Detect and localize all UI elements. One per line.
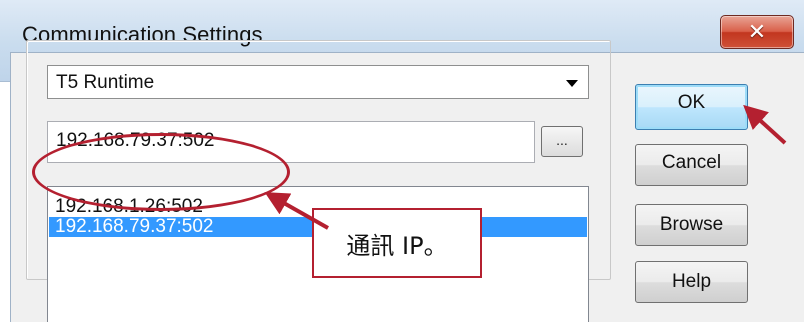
help-button[interactable]: Help [635,261,748,303]
annotation-callout: 通訊 IP。 [312,208,482,278]
browse-button[interactable]: Browse [635,204,748,246]
dropdown-arrow-icon[interactable] [566,80,578,87]
browse-button-label: Browse [659,214,724,235]
close-icon: ✕ [747,19,767,44]
communication-settings-dialog: Communication Settings ✕ T5 Runtime 192.… [0,0,804,322]
ok-button[interactable]: OK [635,84,748,130]
ok-button-label: OK [677,92,706,113]
browse-dots-button[interactable]: ... [541,126,583,157]
help-button-label: Help [671,271,712,292]
close-button[interactable]: ✕ [720,15,794,49]
runtime-dropdown-value: T5 Runtime [56,72,155,93]
highlight-ellipse [32,133,290,211]
cancel-button-label: Cancel [661,152,722,173]
cancel-button[interactable]: Cancel [635,144,748,186]
runtime-dropdown[interactable]: T5 Runtime [47,65,589,99]
